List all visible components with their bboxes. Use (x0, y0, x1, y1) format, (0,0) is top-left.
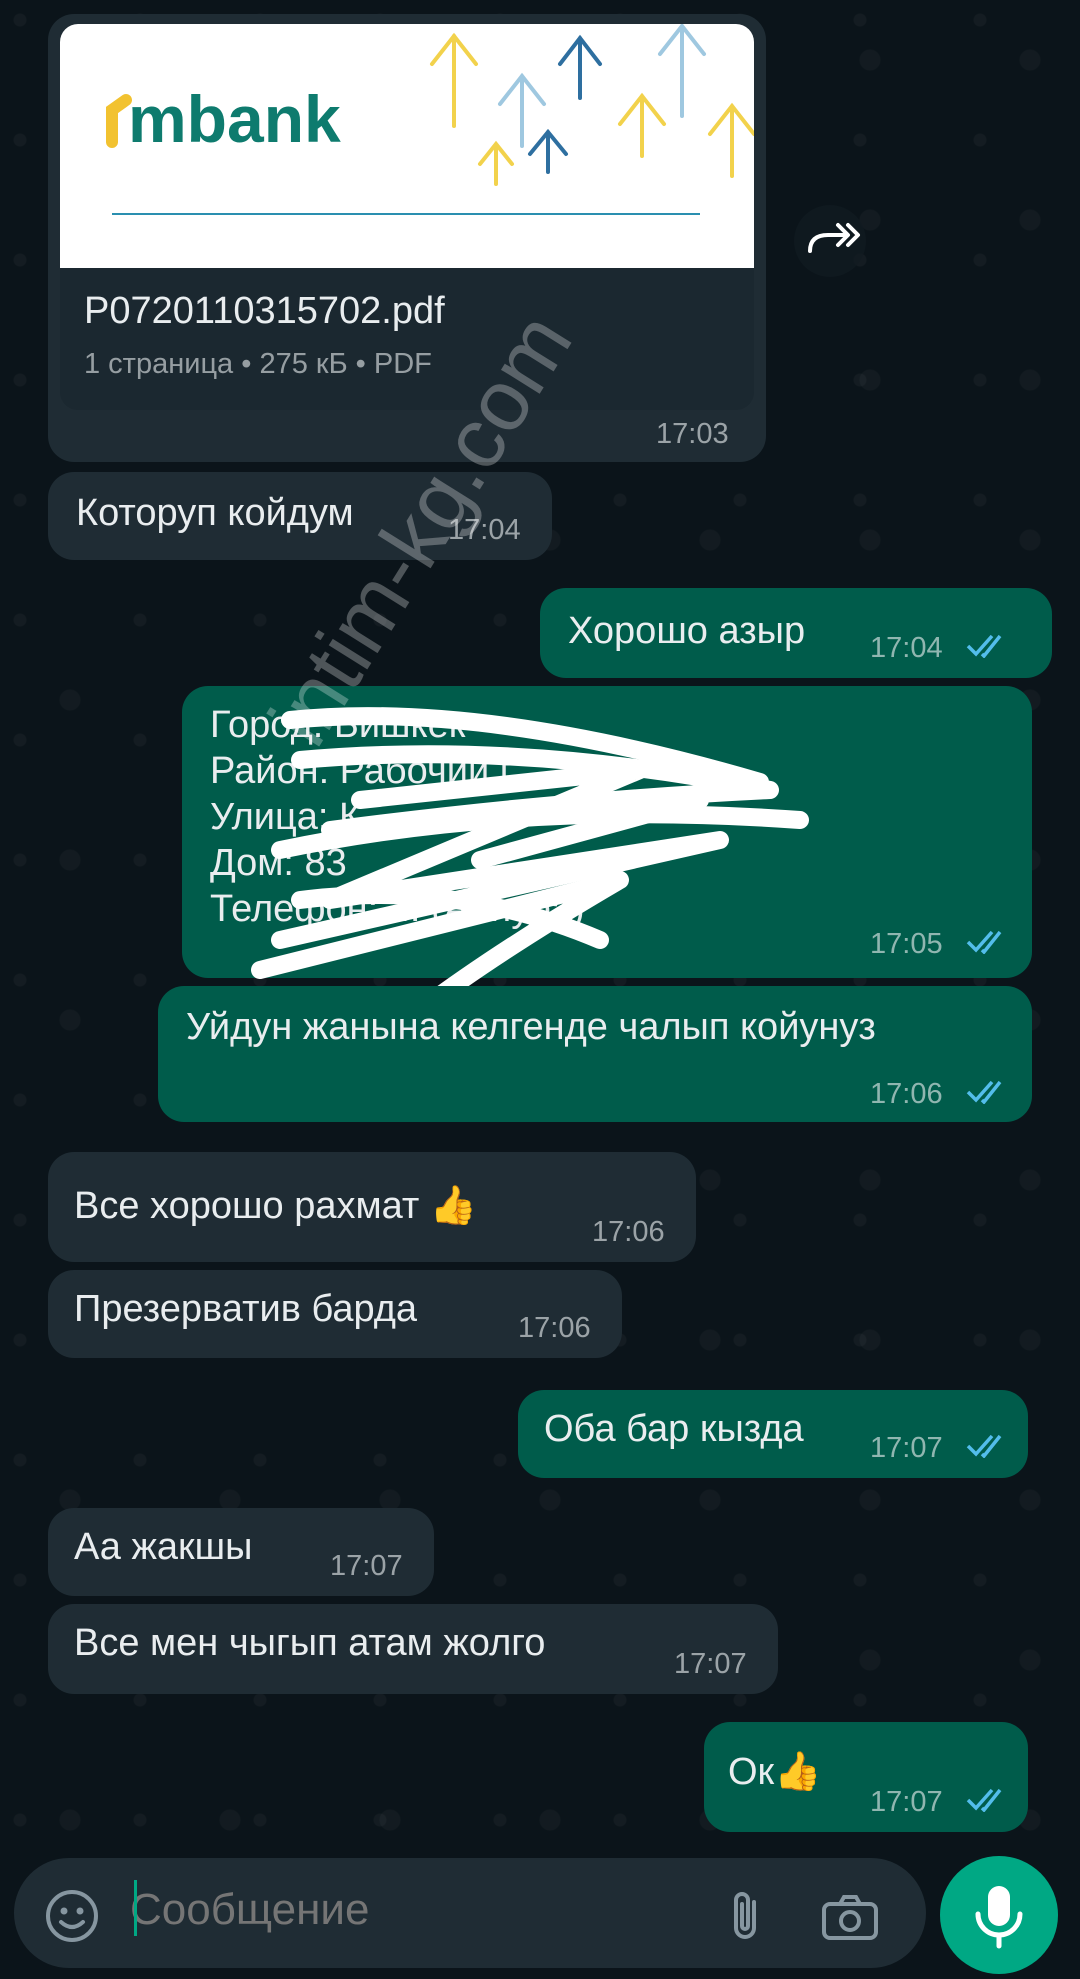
message-text: Презерватив барда (74, 1288, 418, 1330)
message-time: 17:05 (870, 928, 943, 960)
message-bubble[interactable]: Уйдун жанына келгенде чалып койунуз 17:0… (158, 986, 1032, 1122)
message-time: 17:03 (656, 418, 729, 450)
double-check-icon (966, 930, 1002, 954)
message-bubble[interactable]: Оба бар кызда 17:07 (518, 1390, 1028, 1478)
message-time: 17:07 (870, 1432, 943, 1464)
forward-icon (808, 223, 860, 253)
text-caret (134, 1880, 137, 1936)
message-bubble[interactable]: Аа жакшы 17:07 (48, 1508, 434, 1596)
mbank-logo: mbank (106, 24, 754, 215)
message-input[interactable] (130, 1880, 690, 1940)
double-check-icon (966, 1080, 1002, 1104)
emoji-icon[interactable] (44, 1888, 100, 1944)
message-time: 17:07 (330, 1550, 403, 1582)
address-line: Район: Рабочий г... (210, 750, 541, 792)
double-check-icon (966, 1788, 1002, 1812)
message-bubble[interactable]: Все мен чыгып атам жолго 17:07 (48, 1604, 778, 1694)
message-bubble[interactable]: Презерватив барда 17:06 (48, 1270, 622, 1358)
message-time: 17:07 (674, 1648, 747, 1680)
message-text: Хорошо азыр (568, 610, 806, 652)
message-text: Уйдун жанына келгенде чалып койунуз (186, 1006, 876, 1048)
message-text: Оба бар кызда (544, 1408, 804, 1450)
document-filename: P0720110315702.pdf (84, 290, 445, 332)
message-bubble[interactable]: Все хорошо рахмат 👍 17:06 (48, 1152, 696, 1262)
mic-button[interactable] (940, 1856, 1058, 1974)
document-meta: 1 страница • 275 кБ • PDF (84, 348, 432, 380)
double-check-icon (966, 1434, 1002, 1458)
message-bubble[interactable]: Хорошо азыр 17:04 (540, 588, 1052, 678)
document-message[interactable]: mbank P0720110315702.pdf 1 страница • 27… (48, 14, 766, 462)
document-preview[interactable]: mbank (60, 24, 754, 268)
message-time: 17:06 (518, 1312, 591, 1344)
paperclip-icon[interactable] (720, 1888, 770, 1944)
double-check-icon (966, 634, 1002, 658)
address-line: Улица: К... (210, 796, 393, 838)
message-text: Все мен чыгып атам жолго (74, 1622, 546, 1664)
address-line: Телефон: ... (Айнура) (210, 888, 585, 930)
message-text: Все хорошо рахмат 👍 (74, 1185, 478, 1227)
forward-button[interactable] (794, 205, 866, 277)
message-bubble[interactable]: Ок👍 17:07 (704, 1722, 1028, 1832)
message-text: Ок👍 (728, 1751, 822, 1793)
address-line: Дом: 83 (210, 842, 347, 884)
svg-text:mbank: mbank (128, 82, 341, 156)
camera-icon[interactable] (820, 1892, 880, 1942)
document-attachment[interactable]: mbank P0720110315702.pdf 1 страница • 27… (60, 24, 754, 410)
message-text: Аа жакшы (74, 1526, 253, 1568)
address-text: Город: Бишкек Район: Рабочий г... Улица:… (210, 702, 585, 932)
message-time: 17:06 (870, 1078, 943, 1110)
message-time: 17:06 (592, 1216, 665, 1248)
message-time: 17:07 (870, 1786, 943, 1818)
message-time: 17:04 (870, 632, 943, 664)
message-composer[interactable] (14, 1858, 926, 1968)
message-text: Которуп койдум (76, 492, 354, 534)
mic-icon (975, 1886, 1023, 1949)
